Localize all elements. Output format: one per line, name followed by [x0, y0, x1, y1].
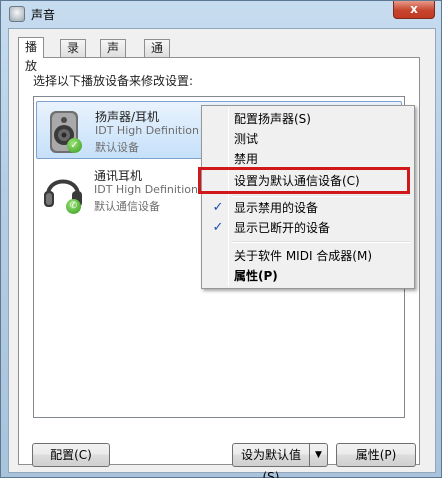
set-default-button[interactable]: 设为默认值(S) ▼ — [232, 443, 328, 478]
speaker-app-icon — [9, 6, 25, 22]
menu-item-label: 显示已断开的设备 — [234, 221, 331, 235]
chevron-down-icon[interactable]: ▼ — [309, 444, 327, 466]
tab-communications[interactable]: 通信 — [144, 39, 171, 71]
highlight-annotation-box — [198, 167, 410, 194]
device-description: IDT High Definition A — [94, 183, 209, 196]
check-icon: ✓ — [212, 200, 224, 215]
menu-item-label: 关于软件 MIDI 合成器(M) — [234, 249, 373, 263]
context-menu: 配置扬声器(S) 测试 禁用 设置为默认通信设备(C) ✓ 显示禁用的设备 ✓ … — [201, 105, 415, 289]
tab-recording[interactable]: 录制 — [60, 39, 87, 71]
phone-badge-icon: ✆ — [66, 199, 81, 214]
menu-item-label: 禁用 — [234, 152, 259, 166]
menu-item-properties[interactable]: 属性(P) — [204, 266, 412, 286]
sound-dialog-window: 声音 x 播放 录制 声音 通信 选择以下播放设备来修改设置: — [0, 0, 442, 478]
title-bar[interactable]: 声音 x — [1, 1, 441, 27]
properties-button[interactable]: 属性(P) — [336, 443, 416, 467]
window-title: 声音 — [31, 8, 56, 22]
menu-item-label: 测试 — [234, 132, 259, 146]
device-status: 默认通信设备 — [94, 200, 160, 213]
device-name: 通讯耳机 — [94, 169, 143, 183]
instruction-text: 选择以下播放设备来修改设置: — [33, 74, 194, 88]
menu-item-about-midi[interactable]: 关于软件 MIDI 合成器(M) — [204, 246, 412, 266]
set-default-label: 设为默认值(S) — [240, 448, 301, 478]
menu-item-label: 显示禁用的设备 — [234, 201, 319, 215]
close-button[interactable]: x — [393, 1, 435, 19]
menu-item-test[interactable]: 测试 — [204, 129, 412, 149]
menu-item-configure-speakers[interactable]: 配置扬声器(S) — [204, 109, 412, 129]
menu-item-show-disconnected[interactable]: ✓ 显示已断开的设备 — [204, 218, 412, 238]
menu-item-label: 配置扬声器(S) — [234, 112, 311, 126]
menu-item-show-disabled[interactable]: ✓ 显示禁用的设备 — [204, 198, 412, 218]
tab-sounds[interactable]: 声音 — [100, 39, 127, 71]
menu-separator — [232, 241, 410, 243]
device-name: 扬声器/耳机 — [95, 110, 160, 124]
configure-button[interactable]: 配置(C) — [32, 443, 110, 467]
menu-item-label: 属性(P) — [234, 269, 278, 283]
default-check-badge-icon: ✓ — [67, 138, 82, 153]
menu-separator — [232, 195, 410, 197]
menu-item-disable[interactable]: 禁用 — [204, 149, 412, 169]
device-status: 默认设备 — [95, 141, 139, 154]
device-description: IDT High Definition A — [95, 124, 210, 137]
check-icon: ✓ — [212, 220, 224, 235]
tab-playback[interactable]: 播放 — [18, 37, 45, 73]
